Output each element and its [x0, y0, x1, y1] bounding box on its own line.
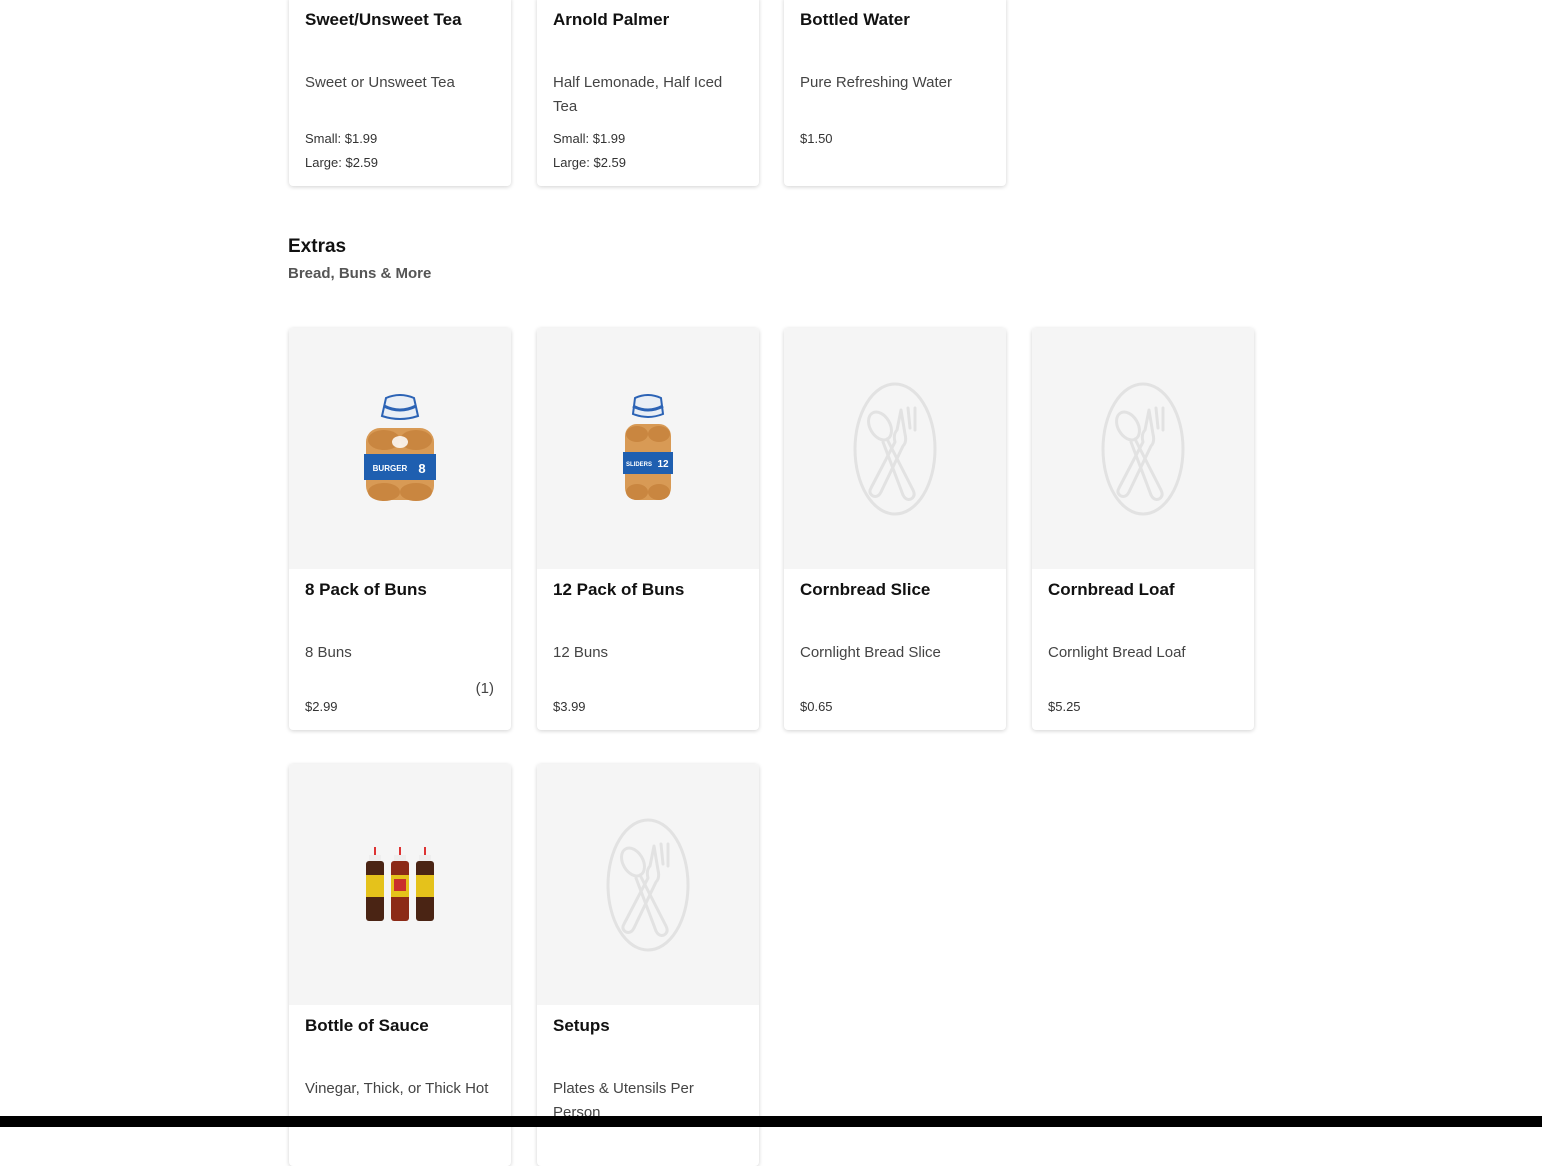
menu-item-name: Arnold Palmer	[553, 10, 670, 29]
buns-12-pack-photo: SLIDERS 12	[537, 328, 759, 569]
menu-item-price: $5.25	[1048, 699, 1081, 714]
menu-item-card[interactable]: BURGER 8 8 Pack of Buns 8 Buns $2.99 (1)	[289, 328, 511, 730]
bottom-bar	[0, 1116, 1542, 1127]
section-title: Extras	[288, 236, 347, 257]
menu-item-card[interactable]: SLIDERS 12 12 Pack of Buns 12 Buns $3.99	[537, 328, 759, 730]
menu-item-card[interactable]: Sweet/Unsweet Tea Sweet or Unsweet Tea S…	[289, 0, 511, 186]
menu-item-description: Half Lemonade, Half Iced Tea	[553, 74, 723, 115]
menu-item-description: Sweet or Unsweet Tea	[305, 74, 455, 91]
cart-quantity-badge: (1)	[475, 680, 494, 697]
plate-utensils-placeholder-icon	[1032, 328, 1254, 569]
buns-8-pack-photo: BURGER 8	[289, 328, 511, 569]
menu-item-description: 12 Buns	[553, 644, 609, 661]
menu-item-price: Small: $1.99	[553, 131, 626, 146]
menu-item-name: Setups	[553, 1016, 610, 1035]
bun-band-number: 8	[418, 461, 425, 476]
menu-item-card[interactable]: Bottle of Sauce Vinegar, Thick, or Thick…	[289, 764, 511, 1166]
plate-utensils-placeholder-icon	[784, 328, 1006, 569]
menu-item-name: Bottled Water	[800, 10, 910, 29]
menu-item-card[interactable]: Setups Plates & Utensils Per Person	[537, 764, 759, 1166]
menu-item-description: Pure Refreshing Water	[800, 74, 953, 91]
menu-item-card[interactable]: Cornbread Loaf Cornlight Bread Loaf $5.2…	[1032, 328, 1254, 730]
menu-item-name: Sweet/Unsweet Tea	[305, 10, 462, 29]
bun-band-label: BURGER	[373, 464, 408, 473]
section-subtitle: Bread, Buns & More	[288, 265, 432, 282]
sauce-bottles-photo	[289, 764, 511, 1005]
menu-item-description: 8 Buns	[305, 644, 352, 661]
menu-item-name: 12 Pack of Buns	[553, 580, 685, 599]
menu-item-card[interactable]: Arnold Palmer Half Lemonade, Half Iced T…	[537, 0, 759, 186]
plate-utensils-placeholder-icon	[537, 764, 759, 1005]
menu-item-description: Cornlight Bread Slice	[800, 644, 941, 661]
menu-item-card[interactable]: Bottled Water Pure Refreshing Water $1.5…	[784, 0, 1006, 186]
menu-item-price: $2.99	[305, 699, 338, 714]
menu-item-price: $1.50	[800, 131, 833, 146]
menu-item-price: $0.65	[800, 699, 833, 714]
menu-item-price: $3.99	[553, 699, 586, 714]
menu-item-name: 8 Pack of Buns	[305, 580, 427, 599]
menu-item-description: Cornlight Bread Loaf	[1048, 644, 1186, 661]
menu-item-price: Large: $2.59	[553, 155, 627, 170]
menu-item-card[interactable]: Cornbread Slice Cornlight Bread Slice $0…	[784, 328, 1006, 730]
menu-item-price: Small: $1.99	[305, 131, 378, 146]
menu-item-description: Vinegar, Thick, or Thick Hot	[305, 1080, 489, 1097]
menu-item-name: Cornbread Loaf	[1048, 580, 1175, 599]
bun-band-label: SLIDERS	[626, 462, 652, 468]
bun-band-number: 12	[657, 459, 669, 470]
menu-item-price: Large: $2.59	[305, 155, 379, 170]
menu-item-name: Cornbread Slice	[800, 580, 931, 599]
menu-item-name: Bottle of Sauce	[305, 1016, 429, 1035]
